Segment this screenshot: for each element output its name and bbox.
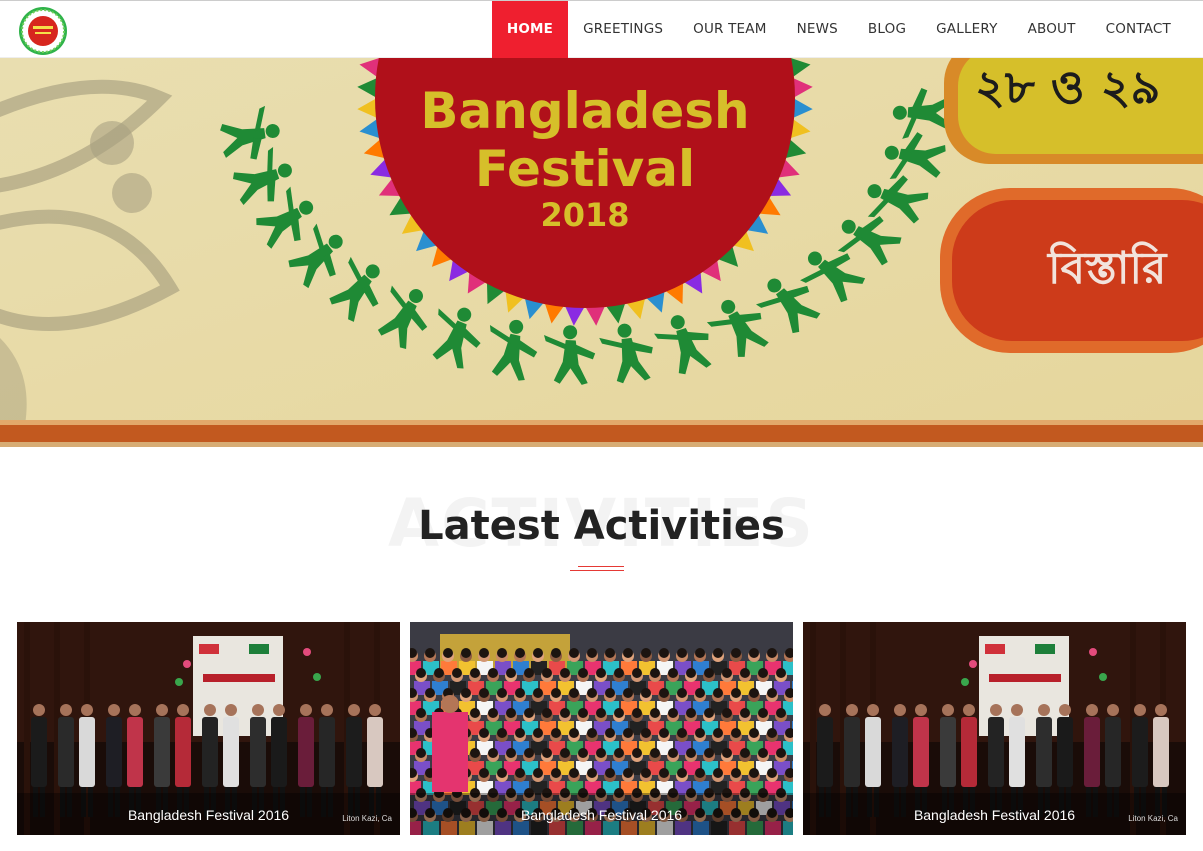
hero-year: 2018 <box>540 196 629 234</box>
activity-card[interactable]: Bangladesh Festival 2016 Liton Kazi, Ca <box>803 622 1186 835</box>
site-logo[interactable] <box>18 6 68 56</box>
hero-title-line1: Bangladesh <box>420 82 749 140</box>
date-panel: ২৮ ও ২৯ <box>944 58 1203 164</box>
nav-news[interactable]: NEWS <box>782 1 853 58</box>
nav-our-team[interactable]: OUR TEAM <box>678 1 781 58</box>
hero-banner: Bangladesh Festival 2018 ২৮ ও ২৯ বিস্তার… <box>0 58 1203 447</box>
card-title[interactable]: Bangladesh Festival 2016 <box>410 807 793 823</box>
title-underline-secondary <box>570 570 624 571</box>
photo-credit: Liton Kazi, Ca <box>342 814 392 823</box>
hero-date-text: ২৮ ও ২৯ <box>975 60 1160 114</box>
nav-greetings[interactable]: GREETINGS <box>568 1 678 58</box>
nav-blog[interactable]: BLOG <box>853 1 921 58</box>
nav-about[interactable]: ABOUT <box>1013 1 1091 58</box>
hero-title-line2: Festival <box>475 140 695 198</box>
main-nav: HOME GREETINGS OUR TEAM NEWS BLOG GALLER… <box>491 1 1186 58</box>
activity-card[interactable]: Bangladesh Festival 2016 <box>410 622 793 835</box>
nav-home[interactable]: HOME <box>491 1 569 58</box>
latest-activities-section: ACTIVITIES Latest Activities Bangladesh … <box>0 447 1203 851</box>
photo-credit: Liton Kazi, Ca <box>1128 814 1178 823</box>
activity-card[interactable]: Bangladesh Festival 2016 Liton Kazi, Ca <box>17 622 400 835</box>
title-underline <box>578 566 624 567</box>
top-navbar: HOME GREETINGS OUR TEAM NEWS BLOG GALLER… <box>0 0 1203 58</box>
nav-contact[interactable]: CONTACT <box>1091 1 1186 58</box>
section-title: Latest Activities <box>418 503 785 549</box>
nav-gallery[interactable]: GALLERY <box>921 1 1012 58</box>
detail-panel: বিস্তারি <box>940 188 1203 353</box>
hero-detail-text: বিস্তারি <box>1046 241 1168 294</box>
logo-emblem-icon <box>19 7 67 55</box>
